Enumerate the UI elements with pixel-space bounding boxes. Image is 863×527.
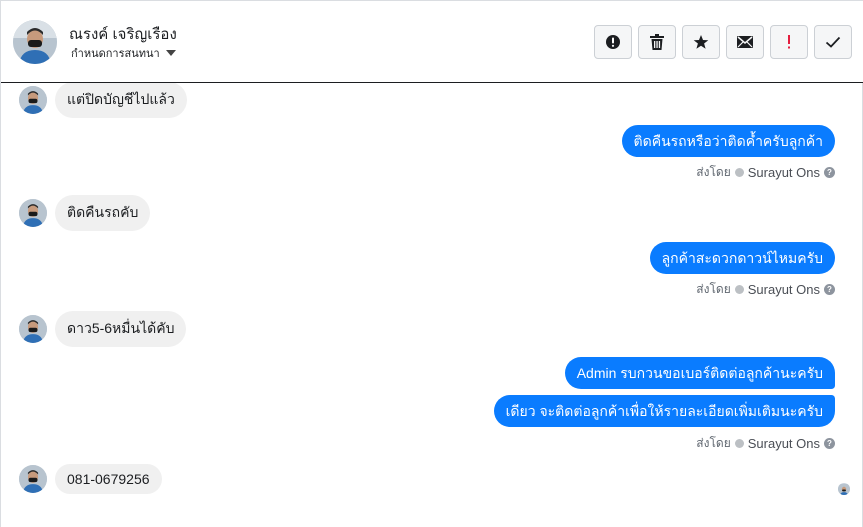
contact-name: ณรงค์ เจริญเรือง (69, 26, 177, 43)
sent-by-agent[interactable]: Surayut Ons (748, 282, 820, 297)
agent-status-icon (734, 439, 744, 448)
sent-by-label: ส่งโดย Surayut Ons ? (696, 163, 835, 182)
sender-avatar (19, 199, 47, 227)
conversation-options-label: กำหนดการสนทนา (71, 48, 160, 60)
help-icon[interactable]: ? (824, 438, 835, 449)
mark-unread-button[interactable] (726, 25, 764, 59)
incoming-message: ดาว5-6หมื่นได้คับ (19, 311, 187, 347)
message-bubble[interactable]: แต่ปิดบัญชีไปแล้ว (55, 83, 187, 118)
incoming-message: ติดคืนรถคับ (19, 195, 151, 231)
conversation-options-dropdown[interactable]: กำหนดการสนทนา (71, 44, 176, 62)
exclamation-circle-icon (606, 35, 620, 49)
delete-button[interactable] (638, 25, 676, 59)
message-bubble[interactable]: ดาว5-6หมื่นได้คับ (55, 311, 187, 347)
caret-down-icon (165, 50, 176, 56)
conversation-header: ณรงค์ เจริญเรือง กำหนดการสนทนา (1, 1, 863, 83)
sent-by-prefix: ส่งโดย (696, 282, 731, 296)
outgoing-message-bubble[interactable]: เดียว จะติดต่อลูกค้าเพื่อให้รายละเอียดเพ… (493, 395, 835, 427)
help-icon[interactable]: ? (824, 284, 835, 295)
incoming-message: แต่ปิดบัญชีไปแล้ว (19, 83, 187, 118)
agent-status-icon (734, 285, 744, 294)
mark-done-button[interactable] (814, 25, 852, 59)
star-button[interactable] (682, 25, 720, 59)
check-icon (825, 36, 841, 48)
sent-by-label: ส่งโดย Surayut Ons ? (696, 280, 835, 299)
trash-icon (650, 34, 664, 50)
envelope-icon (737, 36, 753, 48)
message-bubble[interactable]: 081-0679256 (55, 464, 162, 494)
outgoing-message-bubble[interactable]: ลูกค้าสะดวกดาวน์ไหมครับ (649, 242, 835, 274)
conversation-panel: ณรงค์ เจริญเรือง กำหนดการสนทนา แต่ปิดบัญ… (0, 0, 863, 527)
agent-status-icon (734, 168, 744, 177)
outgoing-message-bubble[interactable]: Admin รบกวนขอเบอร์ติดต่อลูกค้านะครับ (564, 357, 835, 389)
sender-avatar (19, 315, 47, 343)
report-spam-button[interactable] (594, 25, 632, 59)
message-bubble[interactable]: ติดคืนรถคับ (55, 195, 151, 231)
sent-by-agent[interactable]: Surayut Ons (748, 165, 820, 180)
sent-by-agent[interactable]: Surayut Ons (748, 436, 820, 451)
sent-by-prefix: ส่งโดย (696, 436, 731, 450)
seen-receipt-avatar (838, 483, 850, 495)
outgoing-message-bubble[interactable]: ติดคืนรถหรือว่าติดค้ำครับลูกค้า (621, 125, 835, 157)
contact-avatar[interactable] (13, 20, 57, 64)
sent-by-label: ส่งโดย Surayut Ons ? (696, 434, 835, 453)
help-icon[interactable]: ? (824, 167, 835, 178)
sender-avatar (19, 86, 47, 114)
conversation-actions (594, 25, 852, 59)
sender-avatar (19, 465, 47, 493)
incoming-message: 081-0679256 (19, 464, 162, 494)
follow-up-button[interactable] (770, 25, 808, 59)
exclamation-icon (788, 35, 790, 49)
star-icon (693, 35, 709, 49)
sent-by-prefix: ส่งโดย (696, 165, 731, 179)
message-thread[interactable]: แต่ปิดบัญชีไปแล้ว ติดคืนรถหรือว่าติดค้ำค… (1, 83, 863, 527)
